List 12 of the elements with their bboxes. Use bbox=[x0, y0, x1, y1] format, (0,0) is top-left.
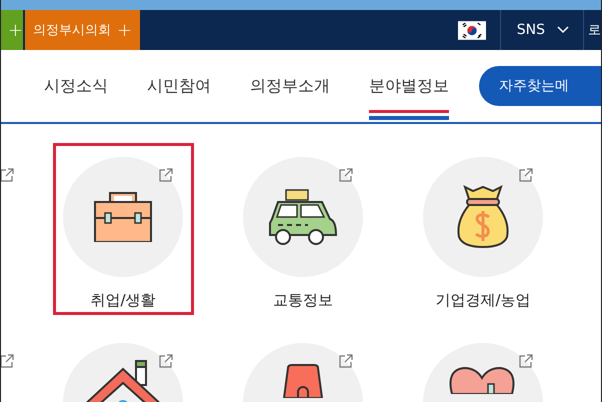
category-label: 기업경제/농업 bbox=[435, 291, 531, 310]
nav-tab[interactable]: 시정소식 bbox=[44, 50, 108, 122]
category-card[interactable]: 기업경제/농업 bbox=[393, 143, 573, 315]
nav-tab[interactable]: 의정부소개 bbox=[250, 50, 330, 122]
faq-button[interactable]: 자주찾는메 bbox=[479, 66, 601, 106]
category-label: 교통정보 bbox=[273, 291, 333, 310]
category-card[interactable]: 취업/생활 bbox=[52, 143, 194, 315]
category-card[interactable]: 교통정보 bbox=[213, 143, 393, 315]
sns-dropdown[interactable]: SNS bbox=[500, 22, 583, 38]
nav-tab[interactable]: 시민참여 bbox=[147, 50, 211, 122]
top-link[interactable]: 로 bbox=[584, 21, 601, 39]
category-label: 취업/생활 bbox=[90, 291, 156, 310]
